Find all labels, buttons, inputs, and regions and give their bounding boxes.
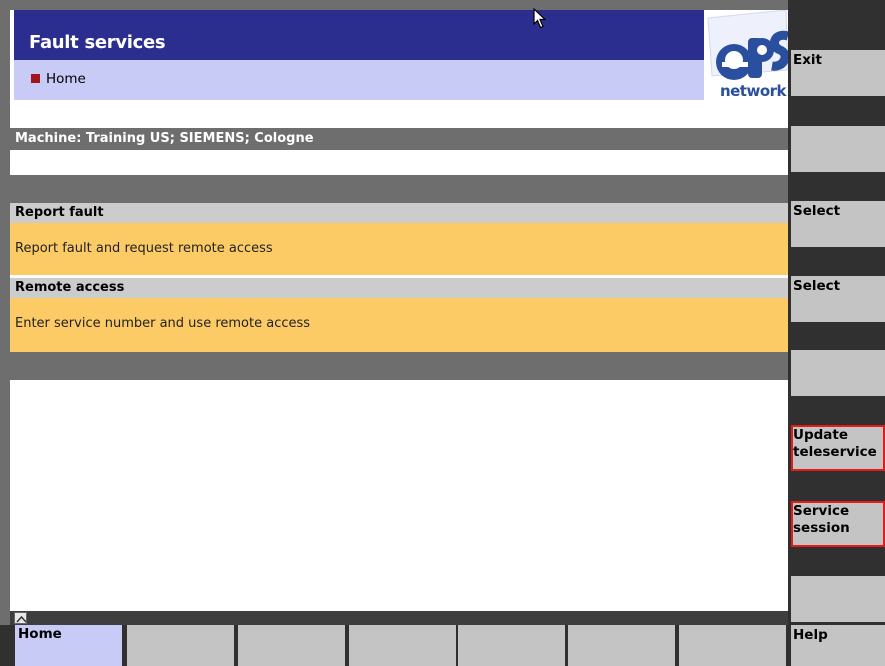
- section-header-remote-access: Remote access: [10, 278, 788, 298]
- list-item-remote-access[interactable]: Enter service number and use remote acce…: [10, 298, 788, 352]
- softkey-horizontal-2[interactable]: [127, 625, 234, 666]
- eps-network-logo: network: [704, 10, 788, 100]
- softkey-select-remote-access[interactable]: Select: [791, 276, 885, 322]
- section-header-report-fault: Report fault: [10, 203, 788, 223]
- red-square-bullet-icon: [31, 74, 40, 83]
- title-bar: Fault services: [14, 10, 704, 60]
- logo-text: network: [719, 82, 787, 100]
- softkey-horizontal-7[interactable]: [679, 625, 786, 666]
- main-frame-left: [0, 0, 10, 625]
- softkey-home[interactable]: Home: [15, 625, 122, 666]
- softkey-horizontal-3[interactable]: [238, 625, 345, 666]
- softkey-select-report-fault[interactable]: Select: [791, 201, 885, 247]
- breadcrumb-home-link[interactable]: Home: [46, 71, 86, 87]
- machine-label: Machine: Training US; SIEMENS; Cologne: [15, 131, 314, 146]
- scroll-up-arrow-icon[interactable]: [14, 612, 27, 624]
- list-item-label: Report fault and request remote access: [15, 241, 273, 256]
- softkey-horizontal-4[interactable]: [349, 625, 456, 666]
- status-strip: [10, 611, 788, 625]
- breadcrumb: Home: [14, 60, 704, 100]
- page-title: Fault services: [29, 32, 166, 53]
- list-item-label: Enter service number and use remote acce…: [15, 316, 311, 331]
- section-header-label: Remote access: [15, 280, 125, 295]
- mouse-pointer-icon: [533, 7, 547, 34]
- divider-band: [10, 175, 788, 203]
- section-header-label: Report fault: [15, 205, 104, 220]
- softkey-vertical-8[interactable]: [791, 576, 885, 622]
- main-frame-top: [10, 0, 788, 10]
- softkey-service-session[interactable]: Service session: [791, 501, 885, 547]
- softkey-update-teleservice[interactable]: Update teleservice: [791, 425, 885, 471]
- machine-info-bar: Machine: Training US; SIEMENS; Cologne: [10, 128, 788, 150]
- list-item-report-fault[interactable]: Report fault and request remote access: [10, 223, 788, 275]
- divider-band: [10, 352, 788, 380]
- softkey-horizontal-6[interactable]: [568, 625, 675, 666]
- softkey-exit[interactable]: Exit: [791, 50, 885, 96]
- softkey-vertical-5[interactable]: [791, 350, 885, 396]
- softkey-vertical-2[interactable]: [791, 126, 885, 172]
- vertical-softkey-panel: [788, 0, 885, 666]
- softkey-horizontal-5[interactable]: [458, 625, 565, 666]
- softkey-help[interactable]: Help: [791, 625, 885, 666]
